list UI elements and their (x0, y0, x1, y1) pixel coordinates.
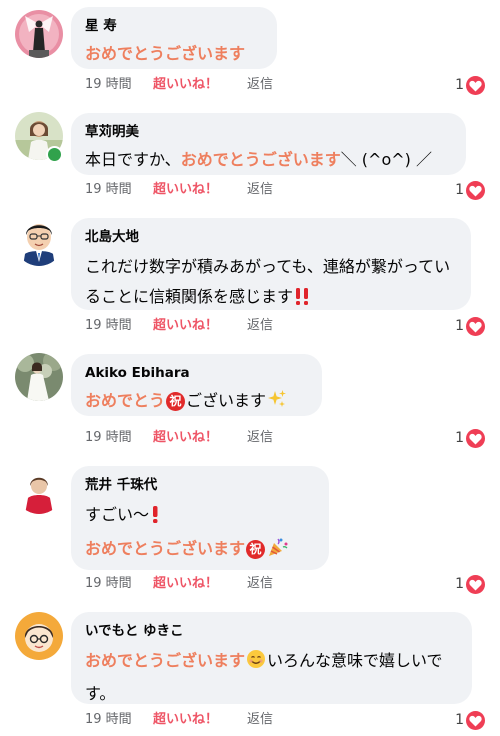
timestamp[interactable]: 19 時間 (85, 316, 132, 336)
comment-text-body: これだけ数字が積みあがっても、連絡が繋がっていることに信頼関係を感じます (85, 257, 451, 306)
comment-text: 本日ですか、おめでとうございます＼ (^o^) ／ (85, 147, 452, 172)
super-like-button[interactable]: 超いいね！ (153, 574, 218, 594)
party-popper-icon (267, 537, 289, 564)
avatar[interactable] (15, 353, 63, 401)
reaction-count: 1 (455, 77, 464, 93)
heart-icon (466, 428, 485, 448)
timestamp[interactable]: 19 時間 (85, 180, 132, 200)
reaction-count: 1 (455, 712, 464, 728)
reaction-summary[interactable]: 1 (455, 75, 485, 95)
comment-text-suffix: ＼ (^o^) ／ (340, 150, 432, 169)
comment-text-body: すごい〜 (85, 505, 150, 524)
timestamp[interactable]: 19 時間 (85, 75, 132, 95)
reply-button[interactable]: 返信 (247, 428, 273, 448)
timestamp[interactable]: 19 時間 (85, 428, 132, 448)
comment-text-prefix: 本日ですか、 (85, 150, 181, 169)
heart-icon (466, 574, 485, 594)
comment-bubble: 星 寿 おめでとうございます (71, 7, 277, 69)
highlighted-text: おめでとうございます (85, 44, 246, 63)
wedding-photo-icon (15, 353, 63, 401)
super-like-button[interactable]: 超いいね！ (153, 316, 218, 336)
avatar[interactable] (15, 612, 63, 660)
comment-actions: 19 時間 超いいね！ 返信 1 (85, 180, 485, 200)
comment-text-line-2: おめでとうございます祝 (85, 536, 315, 564)
online-status-indicator (46, 146, 63, 163)
comment-actions: 19 時間 超いいね！ 返信 1 (85, 316, 485, 336)
reaction-summary[interactable]: 1 (455, 574, 485, 594)
reply-button[interactable]: 返信 (247, 574, 273, 594)
comment-text: おめでとう祝ございます (85, 388, 308, 416)
author-name[interactable]: 星 寿 (85, 17, 263, 35)
comment-actions: 19 時間 超いいね！ 返信 1 (85, 428, 485, 448)
highlighted-text: おめでとうございます (85, 539, 246, 558)
comment-text: これだけ数字が積みあがっても、連絡が繋がっていることに信頼関係を感じます (85, 252, 457, 315)
reply-button[interactable]: 返信 (247, 75, 273, 95)
comment-bubble: 北島大地 これだけ数字が積みあがっても、連絡が繋がっていることに信頼関係を感じま… (71, 218, 471, 310)
comment-bubble: いでもと ゆきこ おめでとうございます いろんな意味で嬉しいです。 (71, 612, 472, 704)
heart-icon (466, 180, 485, 200)
highlighted-text: おめでとう (85, 391, 166, 410)
comment-actions: 19 時間 超いいね！ 返信 1 (85, 710, 485, 730)
super-like-button[interactable]: 超いいね！ (153, 180, 218, 200)
illustrated-woman-icon (15, 612, 63, 660)
reply-button[interactable]: 返信 (247, 316, 273, 336)
reaction-count: 1 (455, 430, 464, 446)
author-name[interactable]: 草苅明美 (85, 123, 452, 141)
super-like-button[interactable]: 超いいね！ (153, 75, 218, 95)
comment-text: おめでとうございます (85, 41, 263, 66)
congratulations-badge-icon: 祝 (166, 392, 186, 411)
author-name[interactable]: いでもと ゆきこ (85, 622, 458, 640)
comment-bubble: Akiko Ebihara おめでとう祝ございます (71, 354, 322, 416)
sparkles-icon (267, 389, 287, 416)
double-exclamation-icon (294, 285, 310, 315)
cartoon-businessman-icon (15, 218, 63, 266)
reaction-summary[interactable]: 1 (455, 710, 485, 730)
avatar[interactable] (15, 466, 63, 514)
timestamp[interactable]: 19 時間 (85, 574, 132, 594)
super-like-button[interactable]: 超いいね！ (153, 428, 218, 448)
woman-red-jacket-icon (15, 466, 63, 514)
timestamp[interactable]: 19 時間 (85, 710, 132, 730)
reply-button[interactable]: 返信 (247, 180, 273, 200)
reaction-count: 1 (455, 318, 464, 334)
reaction-summary[interactable]: 1 (455, 180, 485, 200)
author-name[interactable]: 荒井 千珠代 (85, 476, 315, 494)
smiling-face-icon (246, 649, 266, 679)
comment-actions: 19 時間 超いいね！ 返信 1 (85, 574, 485, 594)
angel-figure-icon (15, 10, 63, 58)
comment-text-line-1: すごい〜 (85, 502, 315, 530)
comment-actions: 19 時間 超いいね！ 返信 1 (85, 75, 485, 95)
reaction-count: 1 (455, 182, 464, 198)
highlighted-text: おめでとうございます (85, 651, 246, 670)
comment-bubble: 荒井 千珠代 すごい〜 おめでとうございます祝 (71, 466, 329, 570)
reaction-summary[interactable]: 1 (455, 428, 485, 448)
avatar[interactable] (15, 10, 63, 58)
author-name[interactable]: Akiko Ebihara (85, 364, 308, 382)
heart-icon (466, 316, 485, 336)
reaction-summary[interactable]: 1 (455, 316, 485, 336)
super-like-button[interactable]: 超いいね！ (153, 710, 218, 730)
exclamation-icon (150, 505, 160, 530)
comment-text-suffix: ございます (186, 391, 267, 410)
reply-button[interactable]: 返信 (247, 710, 273, 730)
avatar[interactable] (15, 218, 63, 266)
author-name[interactable]: 北島大地 (85, 228, 457, 246)
comment-text: おめでとうございます いろんな意味で嬉しいです。 (85, 646, 457, 709)
heart-icon (466, 75, 485, 95)
comment-bubble: 草苅明美 本日ですか、おめでとうございます＼ (^o^) ／ (71, 113, 466, 175)
congratulations-badge-icon: 祝 (246, 540, 266, 559)
reaction-count: 1 (455, 576, 464, 592)
highlighted-text: おめでとうございます (180, 150, 341, 169)
heart-icon (466, 710, 485, 730)
